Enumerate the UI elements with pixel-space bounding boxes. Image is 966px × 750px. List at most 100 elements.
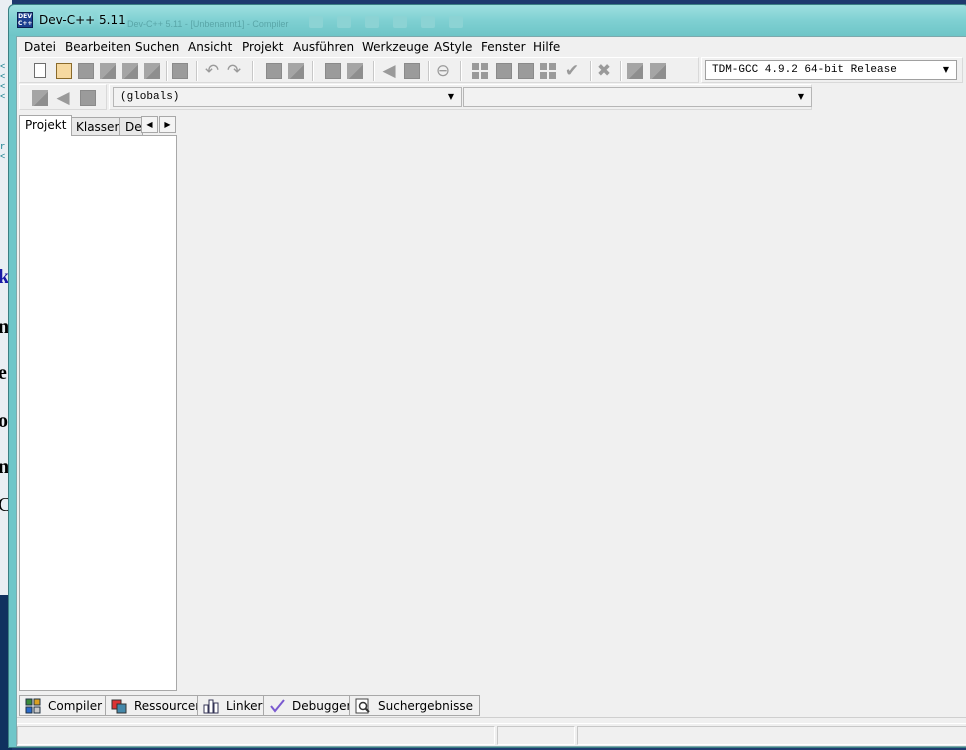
open-file-icon[interactable] <box>56 63 72 79</box>
toolbar-separator <box>428 61 430 81</box>
editor-area[interactable] <box>180 115 966 691</box>
class-browser-toolbar: (globals) ▼ ▼ <box>109 84 812 110</box>
find-icon[interactable] <box>266 63 282 79</box>
divider <box>17 717 966 718</box>
ghost-icon <box>365 16 379 28</box>
save-icon[interactable] <box>78 63 94 79</box>
new-project-icon[interactable] <box>32 90 48 106</box>
ghost-title-text: Dev-C++ 5.11 - [Unbenannt1] - Compiler <box>127 19 289 29</box>
menu-ansicht[interactable]: Ansicht <box>185 40 235 54</box>
replace-icon[interactable] <box>288 63 304 79</box>
menu-bar: Datei Bearbeiten Suchen Ansicht Projekt … <box>17 37 966 57</box>
menu-astyle[interactable]: AStyle <box>431 40 475 54</box>
remove-from-project-icon[interactable] <box>80 90 96 106</box>
bottom-panel-tabs: Compiler Ressourcen Linker Debugger Such… <box>19 695 919 717</box>
chevron-down-icon[interactable]: ▼ <box>794 90 808 104</box>
run-icon[interactable] <box>496 63 512 79</box>
indent-icon[interactable]: ◀ <box>380 61 398 81</box>
window-title: Dev-C++ 5.11 <box>39 13 126 27</box>
search-icon <box>355 698 371 714</box>
bg-text-fragment: o <box>0 410 8 432</box>
compiler-select[interactable]: TDM-GCC 4.9.2 64-bit Release ▼ <box>705 60 957 80</box>
ghost-icon <box>421 16 435 28</box>
menu-ausfuehren[interactable]: Ausführen <box>290 40 357 54</box>
goto-line-icon[interactable] <box>347 63 363 79</box>
ghost-toolbar-icons <box>309 16 477 31</box>
scope-select[interactable]: (globals) ▼ <box>113 87 462 107</box>
toggle-comment-icon[interactable]: ⊖ <box>434 61 452 81</box>
toolbar-separator <box>590 61 592 81</box>
stop-icon[interactable]: ✖ <box>595 61 613 81</box>
menu-datei[interactable]: Datei <box>21 40 59 54</box>
menu-fenster[interactable]: Fenster <box>478 40 529 54</box>
syntax-check-icon[interactable]: ✔ <box>563 61 581 81</box>
toolbar-separator <box>252 61 254 81</box>
menu-suchen[interactable]: Suchen <box>132 40 182 54</box>
compile-icon[interactable] <box>472 63 488 79</box>
rebuild-all-icon[interactable] <box>540 63 556 79</box>
unindent-icon[interactable] <box>404 63 420 79</box>
ghost-icon <box>449 16 463 28</box>
new-file-icon[interactable] <box>34 63 46 78</box>
compiler-select-value: TDM-GCC 4.9.2 64-bit Release <box>712 64 897 76</box>
toolbar-separator <box>312 61 314 81</box>
toolbar-separator <box>166 61 168 81</box>
tab-ressourcen[interactable]: Ressourcen <box>105 695 210 716</box>
print-icon[interactable] <box>172 63 188 79</box>
tab-ressourcen-label: Ressourcen <box>134 699 203 713</box>
bg-code-fragment: r < <box>0 142 6 162</box>
tab-linker[interactable]: Linker <box>197 695 270 716</box>
add-to-project-icon[interactable]: ◀ <box>54 88 72 108</box>
find-next-icon[interactable] <box>325 63 341 79</box>
status-pane-main <box>17 726 495 745</box>
ghost-icon <box>309 16 323 28</box>
chart-icon <box>203 698 219 714</box>
tab-suchergebnisse-label: Suchergebnisse <box>378 699 473 713</box>
tab-compiler[interactable]: Compiler <box>19 695 110 716</box>
app-icon[interactable]: DEV C++ <box>17 12 33 28</box>
bg-code-fragment: < < < < <box>0 62 6 102</box>
chevron-down-icon[interactable]: ▼ <box>444 90 458 104</box>
tab-debug[interactable]: De <box>119 117 143 135</box>
check-icon <box>269 698 285 714</box>
delete-profile-icon[interactable] <box>650 63 666 79</box>
tab-projekt[interactable]: Projekt <box>19 115 73 136</box>
profile-icon[interactable] <box>627 63 643 79</box>
toolbar-separator <box>620 61 622 81</box>
compile-run-icon[interactable] <box>518 63 534 79</box>
compiler-toolbar: TDM-GCC 4.9.2 64-bit Release ▼ <box>701 57 963 83</box>
scope-select-value: (globals) <box>120 91 180 103</box>
client-area: Datei Bearbeiten Suchen Ansicht Projekt … <box>16 36 966 747</box>
menu-hilfe[interactable]: Hilfe <box>530 40 563 54</box>
bg-text-fragment: e <box>0 362 7 384</box>
undo-icon[interactable]: ↶ <box>203 61 221 81</box>
title-bar[interactable]: DEV C++ Dev-C++ 5.11 Dev-C++ 5.11 - [Unb… <box>9 5 966 36</box>
save-all-icon[interactable] <box>100 63 116 79</box>
menu-werkzeuge[interactable]: Werkzeuge <box>359 40 432 54</box>
chevron-right-icon[interactable]: ▶ <box>159 116 176 133</box>
chevron-left-icon[interactable]: ◀ <box>141 116 158 133</box>
ghost-icon <box>337 16 351 28</box>
toolbar-separator <box>196 61 198 81</box>
tab-compiler-label: Compiler <box>48 699 103 713</box>
tab-debugger-label: Debugger <box>292 699 352 713</box>
close-file-icon[interactable] <box>122 63 138 79</box>
devcpp-window: DEV C++ Dev-C++ 5.11 Dev-C++ 5.11 - [Unb… <box>8 4 966 748</box>
chevron-down-icon[interactable]: ▼ <box>939 63 953 77</box>
resources-icon <box>111 698 127 714</box>
tab-linker-label: Linker <box>226 699 263 713</box>
grid-icon <box>25 698 41 714</box>
main-toolbar: ↶ ↷ ◀ ⊖ ✔ ✖ <box>19 57 699 83</box>
project-tree-panel[interactable] <box>19 135 177 691</box>
close-all-icon[interactable] <box>144 63 160 79</box>
ghost-icon <box>393 16 407 28</box>
redo-icon[interactable]: ↷ <box>225 61 243 81</box>
status-pane-info <box>577 726 966 745</box>
menu-projekt[interactable]: Projekt <box>239 40 286 54</box>
left-panel-tabs: Projekt Klassen De ◀ ▶ <box>19 115 179 136</box>
status-pane-position <box>497 726 575 745</box>
menu-bearbeiten[interactable]: Bearbeiten <box>62 40 134 54</box>
member-select[interactable]: ▼ <box>463 87 812 107</box>
tab-debugger[interactable]: Debugger <box>263 695 359 716</box>
tab-suchergebnisse[interactable]: Suchergebnisse <box>349 695 480 716</box>
